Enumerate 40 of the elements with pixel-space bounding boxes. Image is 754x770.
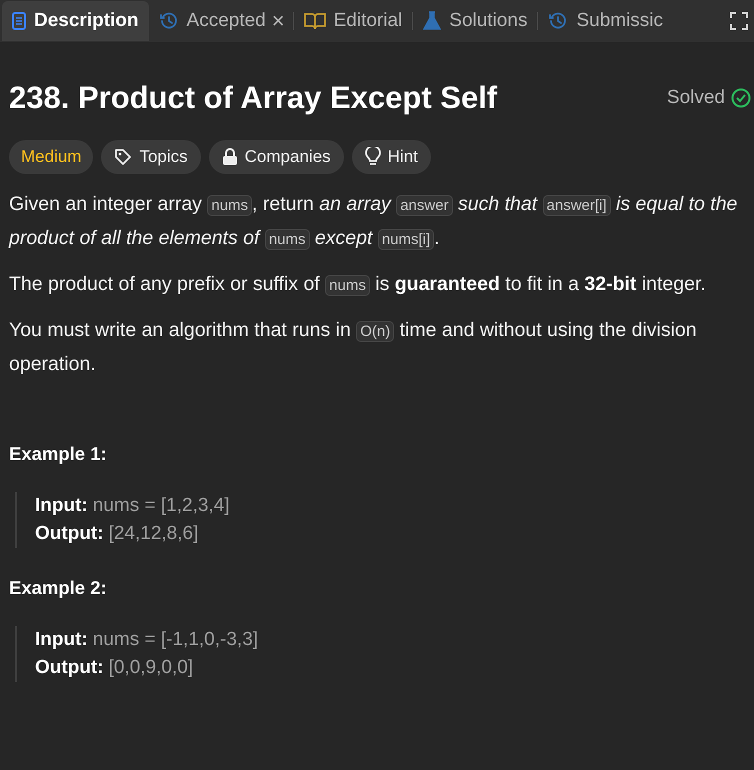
paragraph: Given an integer array nums , return an array answer such that answer[i] is equal to the product of all the elements of nums except nums[i] .: [9, 192, 738, 252]
example-label: Input:: [35, 494, 88, 518]
example-heading: Example 1:: [9, 442, 108, 466]
problem-title: 238. Product of Array Except Self: [9, 79, 498, 117]
tab[interactable]: Editorial: [294, 1, 412, 41]
example-value: [0,0,9,0,0]: [108, 656, 194, 680]
close-button[interactable]: ×: [272, 10, 285, 32]
inline-code: nums[i]: [378, 229, 434, 250]
tab[interactable]: Submissic: [538, 1, 674, 41]
tab[interactable]: Solutions: [413, 1, 538, 41]
example-label: Input:: [35, 628, 88, 652]
paragraph: The product of any prefix or suffix of nums is guaranteed to fit in a 32-bit integer.: [9, 272, 707, 298]
inline-code: answer[i]: [542, 195, 611, 216]
inline-code: answer: [396, 195, 453, 216]
tag-icon: [114, 148, 132, 166]
history-icon: [158, 11, 179, 31]
tag-button[interactable]: Companies: [208, 140, 344, 174]
inline-code: nums: [325, 275, 370, 296]
inline-code: O(n): [356, 321, 394, 342]
inline-code: nums: [207, 195, 252, 216]
example-label: Output:: [35, 656, 104, 680]
history-icon: [548, 11, 568, 31]
status-label: Solved: [666, 86, 725, 110]
tag-button[interactable]: Hint: [352, 140, 431, 174]
fullscreen-icon[interactable]: [730, 12, 748, 30]
paragraph: You must write an algorithm that runs in O(n) time and without using the division operation.: [9, 318, 698, 377]
example-value: [24,12,8,6]: [108, 522, 198, 546]
example-value: nums = [-1,1,0,-3,3]: [92, 628, 258, 652]
document-icon: [12, 12, 26, 30]
tag-button[interactable]: Topics: [101, 140, 201, 174]
flask-icon: [423, 11, 442, 31]
example-label: Output:: [35, 522, 104, 546]
example-value: nums = [1,2,3,4]: [92, 494, 230, 518]
tab[interactable]: Description: [2, 1, 149, 41]
difficulty-badge[interactable]: Medium: [9, 140, 94, 174]
lock-icon: [222, 148, 238, 166]
example-heading: Example 2:: [9, 576, 108, 600]
book-icon: [304, 12, 326, 30]
inline-code: nums: [264, 229, 310, 250]
lightbulb-icon: [364, 147, 381, 167]
